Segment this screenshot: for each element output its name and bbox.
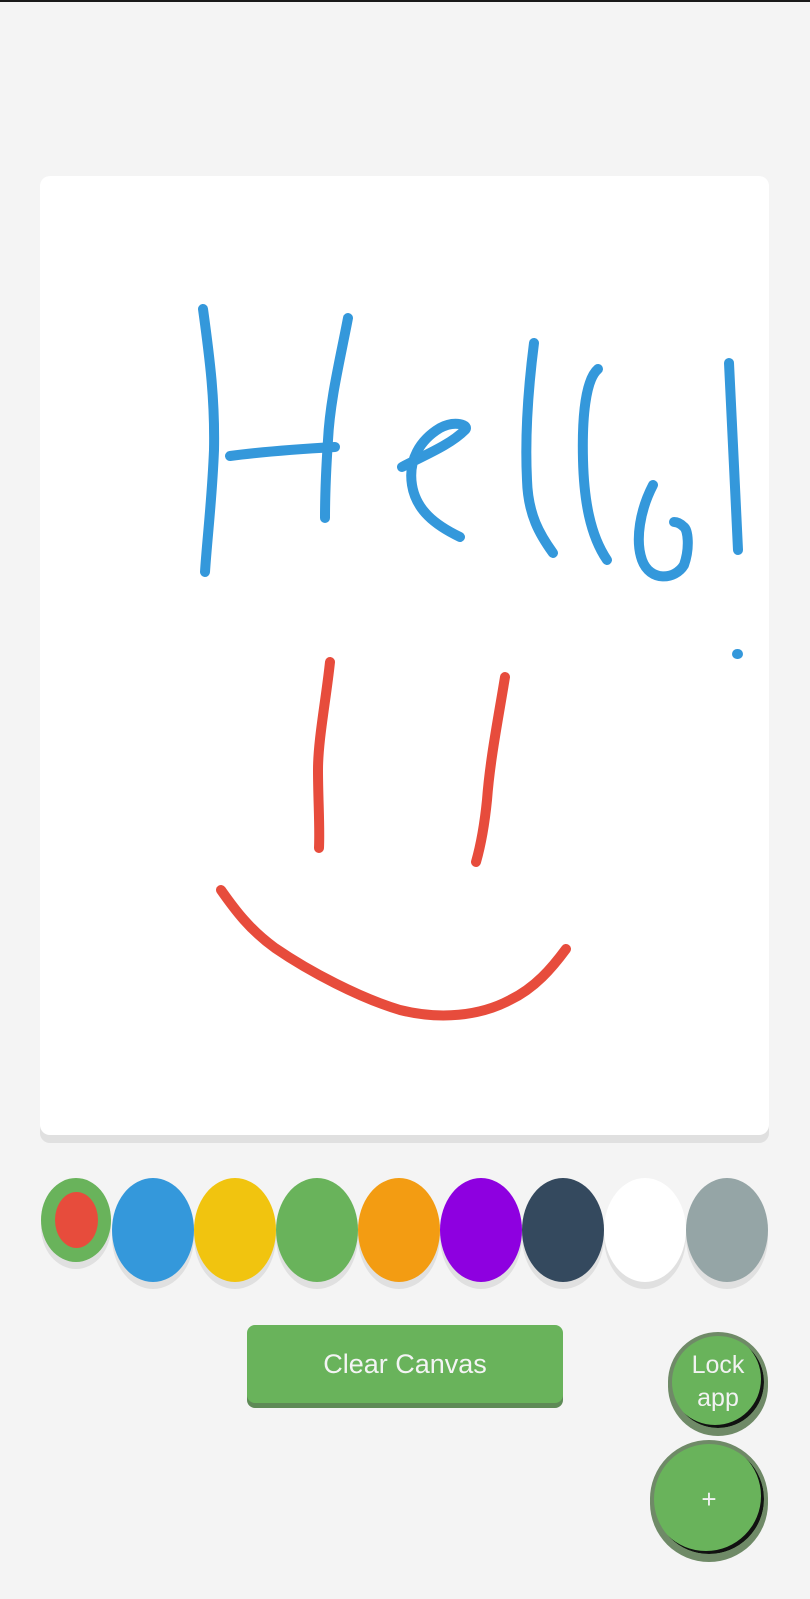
color-swatch-blue[interactable] bbox=[112, 1178, 194, 1282]
lock-app-label: Lock app bbox=[692, 1349, 745, 1415]
lock-app-label-line1: Lock bbox=[691, 1351, 745, 1379]
color-swatch-red[interactable] bbox=[41, 1178, 111, 1262]
color-swatch-navy[interactable] bbox=[522, 1178, 604, 1282]
add-button[interactable]: + bbox=[650, 1440, 768, 1558]
stroke-l-2 bbox=[577, 364, 612, 565]
stroke-eye-right bbox=[471, 672, 510, 867]
color-swatch-yellow[interactable] bbox=[194, 1178, 276, 1282]
color-swatch-purple[interactable] bbox=[440, 1178, 522, 1282]
stroke-eye-left bbox=[313, 657, 335, 853]
stroke-H-crossbar bbox=[225, 442, 340, 461]
stroke-smile bbox=[216, 885, 571, 1021]
drawing-canvas[interactable] bbox=[40, 176, 769, 1135]
clear-canvas-button[interactable]: Clear Canvas bbox=[247, 1325, 563, 1403]
stroke-H-right bbox=[320, 313, 353, 523]
color-swatch-white[interactable] bbox=[604, 1178, 686, 1282]
color-swatch-gray[interactable] bbox=[686, 1178, 768, 1282]
stroke-l-1 bbox=[521, 338, 558, 558]
stroke-e bbox=[397, 418, 471, 542]
lock-app-button[interactable]: Lock app bbox=[668, 1332, 768, 1432]
stroke-H-left bbox=[198, 304, 220, 577]
stroke-o bbox=[633, 480, 693, 582]
color-swatch-green[interactable] bbox=[276, 1178, 358, 1282]
color-swatch-orange[interactable] bbox=[358, 1178, 440, 1282]
stroke-exclaim-line bbox=[724, 358, 743, 555]
selected-color-indicator bbox=[54, 1192, 98, 1248]
lock-app-label-line2: app bbox=[697, 1384, 739, 1412]
plus-icon: + bbox=[701, 1483, 717, 1514]
